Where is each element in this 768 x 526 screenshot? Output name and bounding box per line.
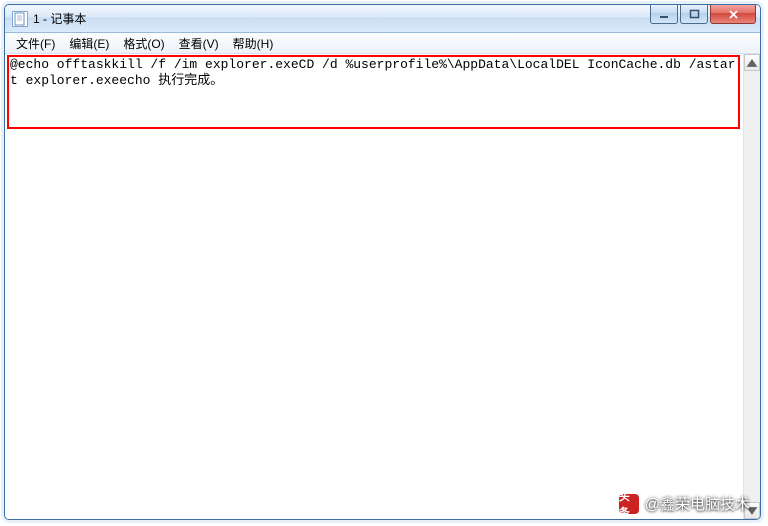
text-editor[interactable]: @echo offtaskkill /f /im explorer.exeCD … [5,54,742,519]
maximize-button[interactable] [680,5,708,24]
watermark: 头条 @鑫荣电脑技术 [619,493,750,514]
menu-help[interactable]: 帮助(H) [226,33,281,54]
menu-format[interactable]: 格式(O) [116,33,171,54]
notepad-icon [12,11,28,27]
watermark-logo: 头条 [619,494,639,514]
menu-view[interactable]: 查看(V) [172,33,226,54]
vertical-scrollbar[interactable] [743,54,760,519]
menu-file[interactable]: 文件(F) [9,33,62,54]
close-button[interactable] [710,5,756,24]
menubar: 文件(F) 编辑(E) 格式(O) 查看(V) 帮助(H) [5,33,760,54]
minimize-button[interactable] [650,5,678,24]
scroll-track[interactable] [744,71,760,502]
titlebar[interactable]: 1 - 记事本 [5,5,760,33]
notepad-window: 1 - 记事本 文件(F) 编辑(E) 格式(O) 查看(V) 帮助(H) @e… [4,4,761,520]
menu-edit[interactable]: 编辑(E) [62,33,116,54]
window-title: 1 - 记事本 [33,10,86,27]
client-area: @echo offtaskkill /f /im explorer.exeCD … [5,54,760,519]
watermark-text: @鑫荣电脑技术 [645,493,750,514]
scroll-up-button[interactable] [744,54,760,71]
window-controls [650,5,756,24]
